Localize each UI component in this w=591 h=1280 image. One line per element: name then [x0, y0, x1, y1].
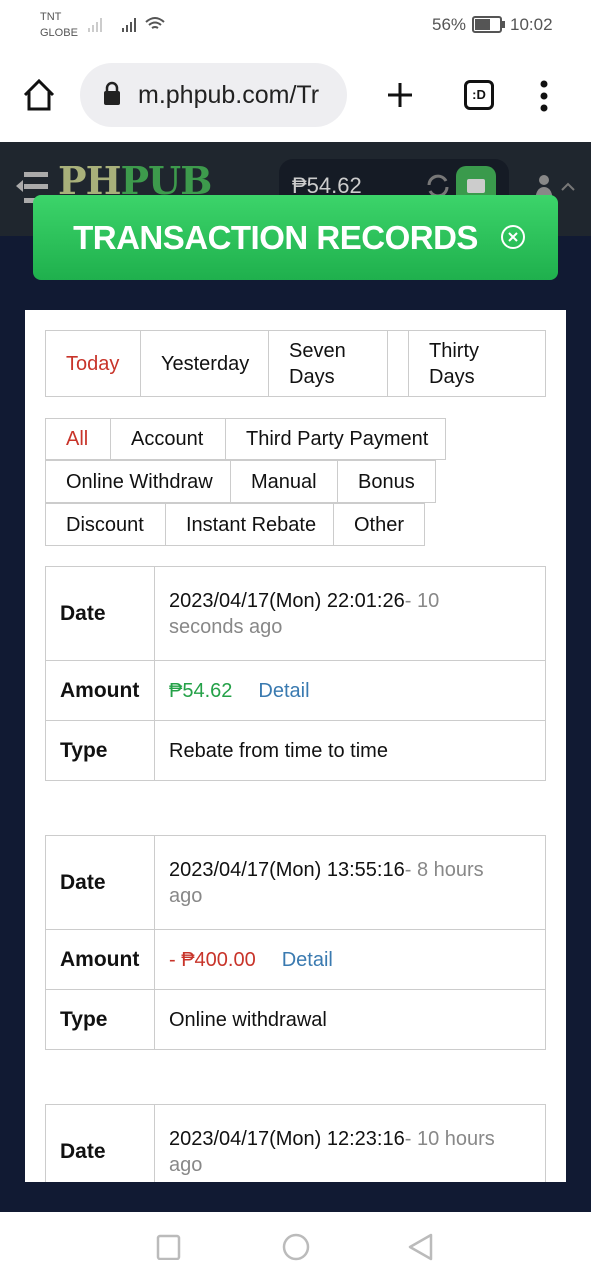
close-icon[interactable] — [500, 224, 526, 250]
carrier: TNT GLOBE — [40, 11, 78, 39]
filter-discount[interactable]: Discount — [45, 503, 166, 546]
filter-account[interactable]: Account — [110, 418, 226, 460]
page-title-banner: TRANSACTION RECORDS — [33, 195, 558, 280]
type-label: Type — [45, 989, 155, 1050]
detail-link[interactable]: Detail — [258, 678, 309, 704]
home-nav-icon[interactable] — [281, 1232, 311, 1262]
status-bar: TNT GLOBE 56% 10:02 — [0, 0, 591, 50]
battery-icon — [472, 16, 505, 33]
browser-toolbar: m.phpub.com/Tr :D — [0, 50, 591, 142]
signal-wifi-icons — [88, 17, 165, 32]
filter-third-party-payment[interactable]: Third Party Payment — [225, 418, 446, 460]
lock-icon — [104, 81, 120, 105]
record-amount: ₱54.62 Detail — [154, 660, 546, 721]
type-label: Type — [45, 720, 155, 781]
record-type: Rebate from time to time — [154, 720, 546, 781]
recents-icon[interactable] — [156, 1234, 182, 1260]
record-type: Online withdrawal — [154, 989, 546, 1050]
tab-switcher-button[interactable]: :D — [464, 80, 494, 110]
more-menu-icon[interactable] — [538, 80, 550, 112]
back-icon[interactable] — [406, 1232, 436, 1262]
filter-all[interactable]: All — [45, 418, 111, 460]
record-amount: - ₱400.00 Detail — [154, 929, 546, 990]
date-label: Date — [45, 1104, 155, 1182]
system-nav-bar — [0, 1212, 591, 1280]
tab-today[interactable]: Today — [45, 330, 141, 397]
record-date: 2023/04/17(Mon) 22:01:26- 10 seconds ago — [154, 566, 546, 661]
filter-bonus[interactable]: Bonus — [337, 460, 436, 503]
new-tab-icon[interactable] — [386, 81, 414, 109]
filter-manual[interactable]: Manual — [230, 460, 338, 503]
tab-seven-days[interactable]: Seven Days — [268, 330, 388, 397]
amount-label: Amount — [45, 660, 155, 721]
home-icon[interactable] — [22, 78, 56, 112]
tab-yesterday[interactable]: Yesterday — [140, 330, 269, 397]
amount-label: Amount — [45, 929, 155, 990]
date-label: Date — [45, 566, 155, 661]
record-date: 2023/04/17(Mon) 12:23:16- 10 hours ago — [154, 1104, 546, 1182]
filter-online-withdraw[interactable]: Online Withdraw — [45, 460, 231, 503]
detail-link[interactable]: Detail — [282, 947, 333, 973]
transaction-panel: Today Yesterday Seven Days Thirty Days A… — [25, 310, 566, 1182]
tab-thirty-days[interactable]: Thirty Days — [408, 330, 546, 397]
date-label: Date — [45, 835, 155, 930]
filter-instant-rebate[interactable]: Instant Rebate — [165, 503, 334, 546]
filter-other[interactable]: Other — [333, 503, 425, 546]
record-date: 2023/04/17(Mon) 13:55:16- 8 hours ago — [154, 835, 546, 930]
